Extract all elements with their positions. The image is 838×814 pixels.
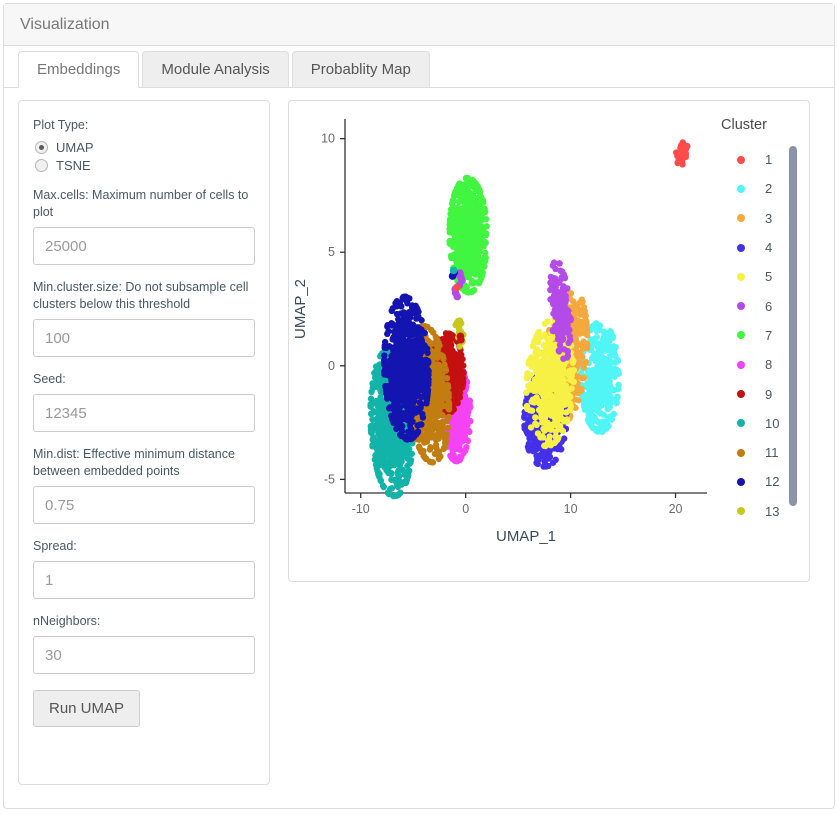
visualization-panel: Visualization EmbeddingsModule AnalysisP… [3, 3, 835, 809]
controls-panel: Plot Type: UMAP TSNE Max.cells: Maximum n… [18, 100, 270, 785]
legend-label: 1 [765, 152, 772, 167]
legend-label: 2 [765, 181, 772, 196]
legend-label: 8 [765, 357, 772, 372]
field-input[interactable] [33, 394, 255, 432]
legend-label: 6 [765, 299, 772, 314]
legend-label: 5 [765, 269, 772, 284]
legend-color-swatch [737, 214, 745, 222]
svg-text:10: 10 [564, 502, 578, 516]
svg-text:-5: -5 [324, 472, 335, 486]
legend-color-swatch [737, 390, 745, 398]
field-input[interactable] [33, 486, 255, 524]
legend-color-swatch [737, 302, 745, 310]
plot-type-radio-group: UMAP TSNE [33, 140, 255, 173]
legend-color-swatch [737, 361, 745, 369]
tab-embeddings[interactable]: Embeddings [18, 51, 139, 88]
legend-color-swatch [737, 507, 745, 515]
legend-scrollbar[interactable] [789, 146, 797, 506]
legend-label: 12 [765, 474, 779, 489]
legend-label: 9 [765, 387, 772, 402]
field-group: Spread: [33, 538, 255, 599]
svg-text:UMAP_1: UMAP_1 [496, 528, 556, 545]
field-input[interactable] [33, 636, 255, 674]
radio-option-tsne[interactable]: TSNE [35, 158, 255, 173]
tab-probablity-map[interactable]: Probablity Map [292, 51, 430, 88]
panel-header: Visualization [4, 4, 834, 46]
field-group: Min.cluster.size: Do not subsample cell … [33, 279, 255, 357]
field-group: Seed: [33, 371, 255, 432]
legend-label: 10 [765, 416, 779, 431]
field-label: Min.cluster.size: Do not subsample cell … [33, 279, 255, 313]
radio-label: UMAP [56, 140, 94, 155]
radio-button-icon[interactable] [35, 141, 48, 154]
svg-text:-10: -10 [352, 502, 370, 516]
legend-color-swatch [737, 331, 745, 339]
legend-color-swatch [737, 185, 745, 193]
tab-module-analysis[interactable]: Module Analysis [142, 51, 288, 88]
svg-text:0: 0 [328, 359, 335, 373]
field-group: Min.dist: Effective minimum distance bet… [33, 446, 255, 524]
visualization-app: Visualization EmbeddingsModule AnalysisP… [0, 0, 838, 814]
plot-type-label: Plot Type: [33, 117, 255, 134]
field-input[interactable] [33, 319, 255, 357]
umap-scatter-plot[interactable]: -5 0 5 10 -10 0 10 20 UMAP_1 UMAP_2 [289, 101, 719, 581]
page-title: Visualization [20, 16, 110, 34]
svg-text:10: 10 [321, 132, 335, 146]
legend-label: 7 [765, 328, 772, 343]
svg-text:5: 5 [328, 245, 335, 259]
field-label: Spread: [33, 538, 255, 555]
radio-label: TSNE [56, 158, 91, 173]
svg-text:UMAP_2: UMAP_2 [292, 279, 309, 339]
field-label: nNeighbors: [33, 613, 255, 630]
field-input[interactable] [33, 227, 255, 265]
legend-color-swatch [737, 156, 745, 164]
radio-button-icon[interactable] [35, 159, 48, 172]
field-label: Seed: [33, 371, 255, 388]
legend-label: 11 [765, 445, 779, 460]
legend-color-swatch [737, 419, 745, 427]
legend-color-swatch [737, 478, 745, 486]
plot-panel: -50510-1001020UMAP_1UMAP_2 Cluster 12345… [288, 100, 810, 582]
run-umap-button[interactable]: Run UMAP [33, 690, 140, 727]
legend-label: 4 [765, 240, 772, 255]
legend-color-swatch [737, 244, 745, 252]
legend-label: 13 [765, 504, 779, 519]
field-label: Max.cells: Maximum number of cells to pl… [33, 187, 255, 221]
svg-text:20: 20 [669, 502, 683, 516]
radio-option-umap[interactable]: UMAP [35, 140, 255, 155]
legend-title: Cluster [721, 117, 767, 133]
field-input[interactable] [33, 561, 255, 599]
parameter-fields: Max.cells: Maximum number of cells to pl… [33, 187, 255, 674]
tab-bar: EmbeddingsModule AnalysisProbablity Map [4, 46, 834, 88]
field-group: Max.cells: Maximum number of cells to pl… [33, 187, 255, 265]
content-area: Plot Type: UMAP TSNE Max.cells: Maximum n… [4, 88, 834, 785]
legend-label: 3 [765, 211, 772, 226]
legend-color-swatch [737, 273, 745, 281]
svg-text:0: 0 [462, 502, 469, 516]
field-label: Min.dist: Effective minimum distance bet… [33, 446, 255, 480]
legend-color-swatch [737, 449, 745, 457]
field-group: nNeighbors: [33, 613, 255, 674]
